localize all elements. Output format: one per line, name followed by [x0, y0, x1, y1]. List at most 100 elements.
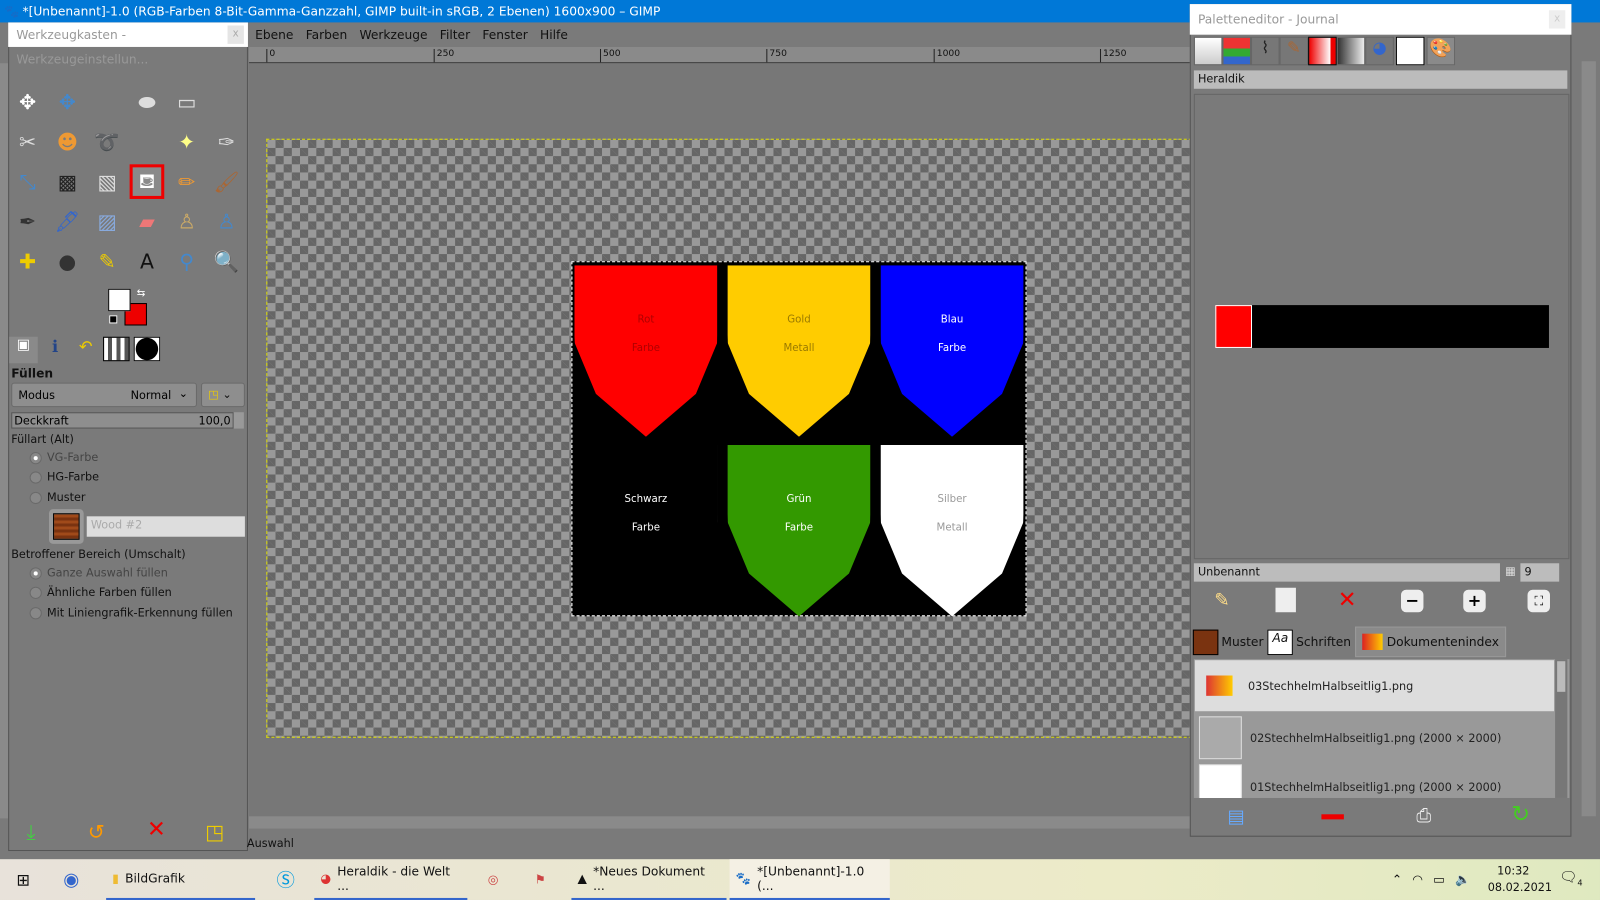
close-button[interactable]: x [1548, 10, 1566, 29]
foreground-select-icon[interactable]: ☻ [50, 124, 85, 159]
images-tab-icon[interactable] [103, 336, 130, 362]
heal-icon[interactable]: ✚ [10, 244, 45, 279]
unified-transform-icon[interactable]: ✥ [10, 85, 45, 120]
fill-pattern-radio[interactable] [29, 491, 42, 505]
rect-select-icon[interactable]: ▭ [169, 85, 204, 120]
tab-muster[interactable]: Muster [1192, 629, 1263, 655]
undo-history-tab-icon[interactable]: ↶ [72, 337, 99, 364]
fill-bg-radio[interactable] [29, 471, 42, 484]
menu-ebene[interactable]: Ebene [255, 28, 293, 42]
horizontal-scrollbar[interactable] [248, 816, 1192, 829]
mode-dropdown[interactable]: Modus Normal ⌄ [11, 382, 197, 408]
fuzzy-select-icon[interactable]: ✦ [169, 124, 204, 159]
save-options-icon[interactable]: ⤓ [27, 819, 36, 843]
tool-presets-tab-icon[interactable]: ◕ [1365, 36, 1394, 66]
cutter-icon[interactable]: ✑ [209, 124, 244, 159]
taskbar-item-bildgrafik[interactable]: ▮ BildGrafik [106, 859, 256, 900]
clone-icon[interactable]: ♙ [169, 204, 204, 239]
notifications-icon[interactable]: 🗨4 [1559, 869, 1582, 887]
document-list-item[interactable]: 02StechhelmHalbseitlig1.png (2000 × 2000… [1195, 712, 1554, 763]
vertical-ruler[interactable] [0, 63, 9, 819]
open-document-icon[interactable]: ▤ [1228, 806, 1245, 827]
foreground-color-swatch[interactable] [108, 288, 131, 312]
thunderbird-icon[interactable]: ◉ [57, 859, 85, 900]
channels-tab-icon[interactable] [1222, 36, 1252, 66]
pencil-icon[interactable]: ✏ [169, 164, 204, 199]
airbrush-icon[interactable]: ✒ [10, 204, 45, 239]
move-icon[interactable]: ✥ [50, 85, 85, 120]
gradient-tab-icon[interactable] [1308, 36, 1337, 66]
paths-tab-icon[interactable]: ⌇ [1251, 36, 1280, 66]
scale-tool-icon[interactable]: ⤡ [10, 164, 45, 199]
color-picker-icon[interactable]: ⚲ [169, 244, 204, 279]
palette-tab-icon[interactable]: 🎨 [1426, 36, 1456, 66]
default-colors-icon[interactable] [109, 315, 118, 324]
start-button[interactable]: ⊞ [10, 859, 36, 900]
zoom-out-icon[interactable]: − [1401, 589, 1424, 613]
pattern-picker-button[interactable] [48, 509, 84, 544]
menu-filter[interactable]: Filter [440, 28, 470, 42]
columns-spinner[interactable]: 9 [1520, 563, 1560, 582]
colormap-tab-icon[interactable] [1395, 36, 1425, 66]
app-icon[interactable]: ⚑ [529, 859, 552, 900]
edit-color-icon[interactable]: ✎ [1214, 590, 1229, 611]
eraser-icon[interactable]: ▰ [130, 204, 165, 239]
scissors-select-icon[interactable]: ✂ [10, 124, 45, 159]
brushes-tab-icon[interactable]: ✎ [1279, 36, 1309, 66]
gradient-icon[interactable]: ▧ [90, 164, 125, 199]
menu-fenster[interactable]: Fenster [482, 28, 527, 42]
zoom-all-icon[interactable]: ⛶ [1527, 589, 1550, 613]
paths-icon[interactable]: ✎ [90, 244, 125, 279]
delete-color-icon[interactable]: ✕ [1338, 588, 1357, 614]
horizontal-ruler[interactable]: 0 250 500 750 1000 1250 [248, 46, 1192, 64]
app-icon[interactable]: ◎ [482, 859, 505, 900]
recreate-preview-icon[interactable]: ⎙ [1416, 805, 1431, 826]
system-tray[interactable]: ⌃ ◠ ▭ 🔈 [1386, 859, 1477, 900]
palette-name-field[interactable]: Heraldik [1193, 70, 1568, 89]
pattern-name-field[interactable]: Wood #2 [86, 516, 245, 537]
refresh-icon[interactable]: ↻ [1511, 802, 1530, 828]
taskbar-item-gimp[interactable]: 🐾 *[Unbenannt]-1.0 (... [729, 859, 890, 900]
dodge-burn-icon[interactable]: ● [50, 244, 85, 279]
mode-switch-dropdown[interactable]: ◳ ⌄ [201, 382, 245, 408]
new-color-icon[interactable] [1275, 587, 1296, 613]
brush-tab-icon[interactable] [133, 336, 161, 362]
opacity-spinner[interactable] [233, 412, 244, 429]
area-selection-radio[interactable] [29, 567, 42, 580]
remove-document-icon[interactable] [1321, 814, 1344, 820]
bucket-fill-icon[interactable]: ⛾ [129, 164, 165, 199]
gradients-list-tab-icon[interactable] [1336, 36, 1366, 66]
image-content[interactable]: Rot Farbe Gold Metall Blau Farbe Schwarz Farbe G… [571, 261, 1027, 617]
paintbrush-icon[interactable]: 🖌 [209, 164, 244, 199]
delete-options-icon[interactable]: ✕ [147, 817, 166, 843]
free-select-icon[interactable]: ➰ [90, 124, 125, 159]
tool-options-tab-icon[interactable]: ▣ [9, 336, 38, 364]
zoom-icon[interactable]: 🔍 [209, 244, 244, 279]
layers-tab-icon[interactable] [1193, 36, 1223, 66]
right-vertical-scrollbar[interactable] [1581, 61, 1596, 817]
smudge-icon[interactable]: ▨ [90, 204, 125, 239]
palette-swatch-black[interactable] [1252, 305, 1549, 348]
text-icon[interactable]: A [130, 244, 165, 279]
tab-schriften[interactable]: Aa Schriften [1267, 629, 1351, 655]
area-lineart-radio[interactable] [29, 607, 42, 620]
document-list-scrollbar[interactable] [1555, 659, 1568, 798]
tab-dokumentenindex[interactable]: Dokumentenindex [1355, 626, 1507, 658]
area-similar-radio[interactable] [29, 586, 42, 599]
close-button[interactable]: x [227, 25, 244, 44]
color-name-field[interactable]: Unbenannt [1193, 563, 1500, 582]
document-list-item[interactable]: 01StechhelmHalbseitlig1.png (2000 × 2000… [1195, 764, 1554, 798]
menu-werkzeuge[interactable]: Werkzeuge [359, 28, 427, 42]
palette-swatch-area[interactable] [1193, 93, 1570, 560]
opacity-slider[interactable]: Deckkraft 100,0 [11, 412, 234, 429]
taskbar-item-chrome[interactable]: ◕ Heraldik - die Welt ... [314, 859, 468, 900]
palette-swatch-red[interactable] [1215, 305, 1253, 348]
fill-fg-radio[interactable] [29, 452, 42, 465]
ink-icon[interactable]: 🖋 [50, 204, 85, 239]
warp-icon[interactable]: ▩ [50, 164, 85, 199]
skype-icon[interactable]: Ⓢ [270, 859, 301, 900]
reset-options-icon[interactable]: ◳ [205, 819, 224, 843]
document-list-item[interactable]: 03StechhelmHalbseitlig1.png [1194, 660, 1555, 712]
menu-farben[interactable]: Farben [306, 28, 348, 42]
menu-hilfe[interactable]: Hilfe [540, 28, 568, 42]
